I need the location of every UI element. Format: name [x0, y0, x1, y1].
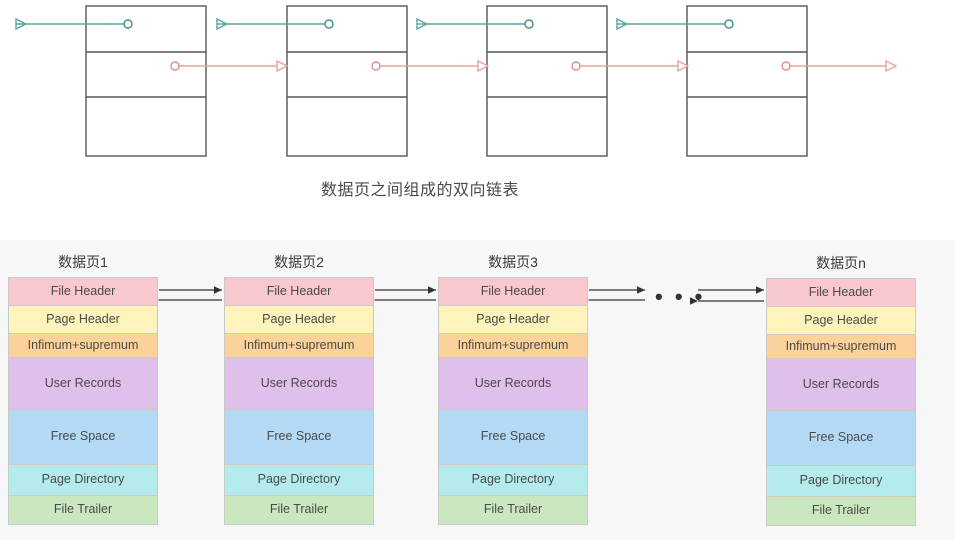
link-page3-ellipsis [581, 286, 645, 304]
band-user-records[interactable]: User Records [767, 359, 915, 411]
link-ellipsis-pagen [690, 286, 764, 305]
band-free-space[interactable]: Free Space [9, 410, 157, 465]
band-user-records[interactable]: User Records [9, 358, 157, 410]
band-page-directory[interactable]: Page Directory [225, 465, 373, 496]
band-page-directory[interactable]: Page Directory [767, 466, 915, 497]
link-page1-page2 [151, 286, 222, 304]
page-box-group [85, 5, 808, 157]
band-free-space[interactable]: Free Space [225, 410, 373, 465]
band-page-header[interactable]: Page Header [767, 307, 915, 335]
band-file-header[interactable]: File Header [9, 278, 157, 306]
band-page-directory[interactable]: Page Directory [9, 465, 157, 496]
page-column-1-title: 数据页1 [58, 254, 108, 270]
page-column-2-stack: File Header Page Header Infimum+supremum… [224, 277, 374, 525]
page-structure-diagram: • • • 数据页1 File Header Page Header Infim… [0, 240, 955, 540]
top-diagram-caption: 数据页之间组成的双向链表 [320, 182, 519, 199]
doubly-linked-list-diagram: 数据页之间组成的双向链表 [0, 0, 955, 215]
band-infimum-supremum[interactable]: Infimum+supremum [9, 334, 157, 358]
link-page2-page3 [367, 286, 436, 304]
top-diagram-canvas [0, 5, 955, 157]
band-file-header[interactable]: File Header [439, 278, 587, 306]
page-column-3-title: 数据页3 [488, 254, 538, 270]
band-infimum-supremum[interactable]: Infimum+supremum [225, 334, 373, 358]
band-page-header[interactable]: Page Header [225, 306, 373, 334]
page-column-n-title: 数据页n [816, 255, 866, 271]
page-column-3-stack: File Header Page Header Infimum+supremum… [438, 277, 588, 525]
band-infimum-supremum[interactable]: Infimum+supremum [439, 334, 587, 358]
band-user-records[interactable]: User Records [225, 358, 373, 410]
band-file-trailer[interactable]: File Trailer [767, 497, 915, 525]
band-file-trailer[interactable]: File Trailer [439, 496, 587, 524]
band-free-space[interactable]: Free Space [767, 411, 915, 466]
band-page-header[interactable]: Page Header [9, 306, 157, 334]
page-column-n-stack: File Header Page Header Infimum+supremum… [766, 278, 916, 526]
band-user-records[interactable]: User Records [439, 358, 587, 410]
ellipsis-indicator: • • • [655, 284, 706, 309]
band-file-header[interactable]: File Header [225, 278, 373, 306]
band-page-header[interactable]: Page Header [439, 306, 587, 334]
page-box-4 [686, 5, 808, 157]
band-file-header[interactable]: File Header [767, 279, 915, 307]
page-box-1 [85, 5, 207, 157]
page-box-2 [286, 5, 408, 157]
band-page-directory[interactable]: Page Directory [439, 465, 587, 496]
band-file-trailer[interactable]: File Trailer [225, 496, 373, 524]
page-column-2-title: 数据页2 [274, 254, 324, 270]
band-free-space[interactable]: Free Space [439, 410, 587, 465]
page-box-3 [486, 5, 608, 157]
page-column-1-stack: File Header Page Header Infimum+supremum… [8, 277, 158, 525]
band-file-trailer[interactable]: File Trailer [9, 496, 157, 524]
band-infimum-supremum[interactable]: Infimum+supremum [767, 335, 915, 359]
